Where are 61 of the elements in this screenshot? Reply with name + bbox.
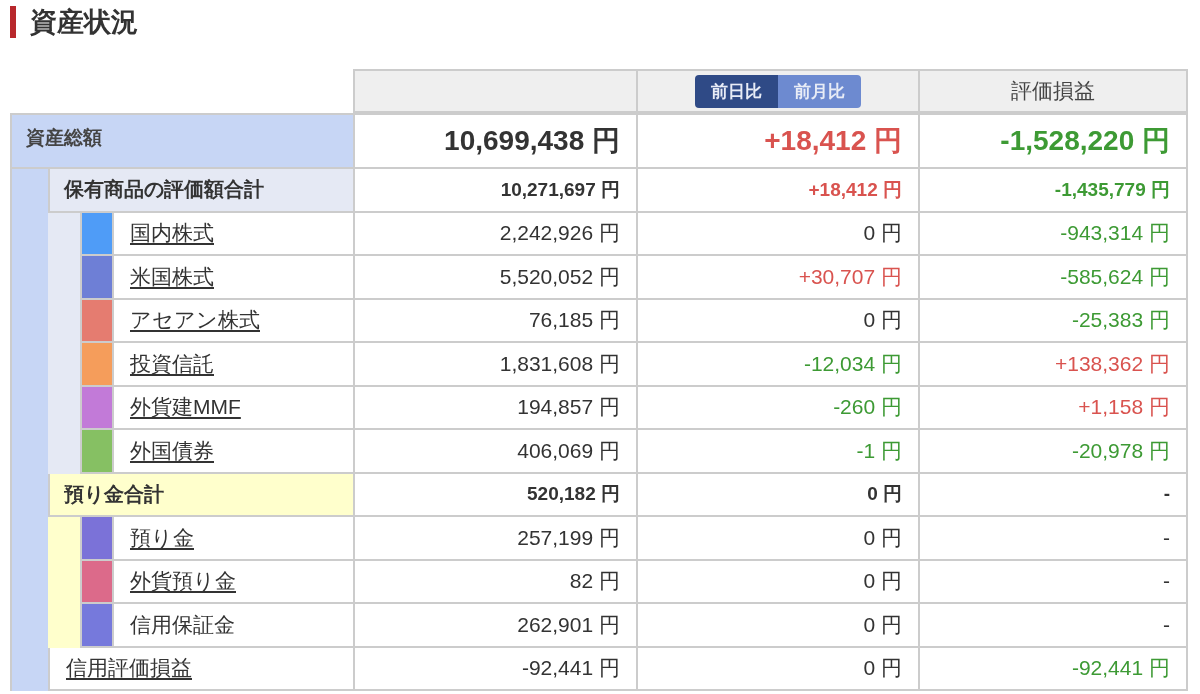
profit-loss-cell: -1,528,220 円 [918,113,1188,169]
section-title: 資産状況 [30,6,138,39]
total-label: 資産総額 [10,113,353,169]
value-cell: 1,831,608 円 [353,343,636,387]
profit-loss-cell: -585,624 円 [918,256,1188,300]
profit-loss-cell: - [918,473,1188,517]
column-header: 評価損益 [918,69,1188,113]
group-label: 預り金合計 [48,473,353,517]
category-link[interactable]: 国内株式 [130,219,214,248]
profit-loss-cell: +138,362 円 [918,343,1188,387]
group-band [48,212,80,256]
period-toggle-tab[interactable]: 前日比 [695,74,778,108]
value-cell: 5,520,052 円 [353,256,636,300]
value-cell: 262,901 円 [353,604,636,648]
group-band [48,604,80,648]
profit-loss-cell: -20,978 円 [918,430,1188,474]
category-label: 信用保証金 [130,611,235,638]
value-cell: 82 円 [353,560,636,604]
category-band [10,169,48,213]
value-cell: -92,441 円 [353,647,636,691]
value-cell: 2,242,926 円 [353,212,636,256]
category-link[interactable]: 預り金 [130,523,194,552]
category-link[interactable]: アセアン株式 [130,306,260,335]
category-link[interactable]: 信用評価損益 [66,654,192,683]
value-cell: 76,185 円 [353,299,636,343]
category-link[interactable]: 外貨建MMF [130,393,241,422]
change-cell: 0 円 [636,560,918,604]
group-band [48,430,80,474]
value-cell: 406,069 円 [353,430,636,474]
profit-loss-cell: -943,314 円 [918,212,1188,256]
profit-loss-cell: - [918,517,1188,561]
change-cell: 0 円 [636,299,918,343]
group-label: 保有商品の評価額合計 [48,169,353,213]
change-cell: -260 円 [636,386,918,430]
profit-loss-cell: -92,441 円 [918,647,1188,691]
change-cell: 0 円 [636,473,918,517]
value-cell: 257,199 円 [353,517,636,561]
change-cell: +30,707 円 [636,256,918,300]
profit-loss-cell: -1,435,779 円 [918,169,1188,213]
category-link[interactable]: 米国株式 [130,262,214,291]
change-cell: 0 円 [636,604,918,648]
profit-loss-cell: +1,158 円 [918,386,1188,430]
profit-loss-cell: - [918,604,1188,648]
value-cell: 10,271,697 円 [353,169,636,213]
category-link[interactable]: 外貨預り金 [130,567,236,596]
value-cell: 194,857 円 [353,386,636,430]
change-cell: 0 円 [636,647,918,691]
value-cell: 10,699,438 円 [353,113,636,169]
group-band [48,517,80,561]
change-cell: -1 円 [636,430,918,474]
change-cell: +18,412 円 [636,113,918,169]
change-cell: -12,034 円 [636,343,918,387]
change-cell: +18,412 円 [636,169,918,213]
title-accent-bar [10,6,16,38]
change-cell: 0 円 [636,212,918,256]
change-cell: 0 円 [636,517,918,561]
profit-loss-cell: -25,383 円 [918,299,1188,343]
category-link[interactable]: 外国債券 [130,436,214,465]
value-cell: 520,182 円 [353,473,636,517]
profit-loss-cell: - [918,560,1188,604]
category-link[interactable]: 投資信託 [130,349,214,378]
